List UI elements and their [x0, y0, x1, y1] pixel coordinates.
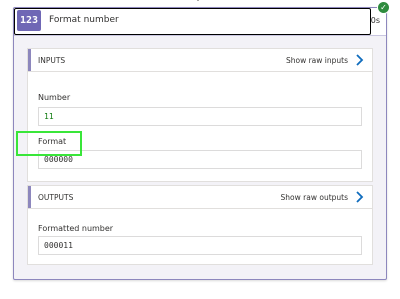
arrow-down-icon — [196, 0, 200, 2]
chevron-right-icon[interactable] — [353, 190, 365, 204]
success-check-icon: ✓ — [377, 1, 390, 14]
show-raw-inputs-link[interactable]: Show raw inputs — [286, 56, 348, 65]
formatted-number-field: 000011 — [38, 236, 362, 255]
duration-label: 0s — [370, 16, 380, 25]
chevron-right-icon[interactable] — [353, 53, 365, 67]
number-field: 11 — [38, 107, 362, 126]
inputs-header: INPUTS Show raw inputs — [28, 49, 372, 72]
formatted-number-value: 000011 — [44, 241, 73, 250]
action-title: Format number — [49, 15, 119, 25]
number-value: 11 — [44, 112, 54, 121]
inputs-title: INPUTS — [38, 56, 66, 65]
outputs-section: OUTPUTS Show raw outputs Formatted numbe… — [27, 185, 373, 265]
action-header[interactable]: 123 Format number 0s — [14, 8, 386, 36]
formatted-number-label: Formatted number — [38, 224, 114, 233]
outputs-header: OUTPUTS Show raw outputs — [28, 186, 372, 209]
section-accent-bar — [28, 186, 31, 208]
outputs-title: OUTPUTS — [38, 193, 74, 202]
number-icon: 123 — [17, 10, 41, 31]
section-accent-bar — [28, 49, 31, 71]
inputs-section: INPUTS Show raw inputs Number 11 Format … — [27, 48, 373, 182]
show-raw-outputs-link[interactable]: Show raw outputs — [281, 193, 348, 202]
format-field: 000000 — [38, 150, 362, 169]
format-value: 000000 — [44, 155, 73, 164]
format-highlight-box — [16, 131, 82, 156]
number-label: Number — [38, 93, 71, 102]
